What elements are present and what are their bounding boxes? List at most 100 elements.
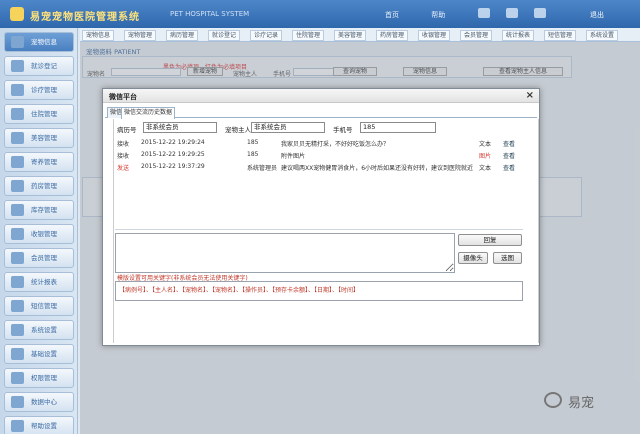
pill-icon — [11, 180, 24, 192]
tab-item[interactable]: 统计报表 — [502, 30, 535, 41]
sidebar-item-hospitalization[interactable]: 住院管理 — [4, 104, 74, 124]
sidebar-item-data[interactable]: 数据中心 — [4, 392, 74, 412]
tab-item[interactable]: 就诊登记 — [208, 30, 241, 41]
camera-button[interactable]: 摄像头 — [458, 252, 488, 264]
tab-item[interactable]: 病历管理 — [166, 30, 199, 41]
phone-field[interactable]: 185 — [360, 122, 436, 133]
sidebar-item-members[interactable]: 会员管理 — [4, 248, 74, 268]
tab-item[interactable]: 会员管理 — [460, 30, 493, 41]
message-type: 文本 — [479, 141, 492, 148]
message-number: 系统管理员 — [247, 165, 278, 172]
view-link[interactable]: 查看 — [503, 139, 515, 148]
table-row[interactable]: 接收 2015-12-22 19:29:25 185 附件图片 图片 查看 — [115, 151, 523, 161]
tab-item[interactable]: 宠物信息 — [82, 30, 115, 41]
gear-icon — [11, 324, 24, 336]
sidebar-item-reports[interactable]: 统计报表 — [4, 272, 74, 292]
top-bar: 易宠宠物医院管理系统 PET HOSPITAL SYSTEM 首页 帮助 退出 — [0, 0, 640, 28]
table-row[interactable]: 接收 2015-12-22 19:29:24 185 我家贝贝无精打采，不好好吃… — [115, 139, 523, 149]
owner-field[interactable]: 非系统会员 — [251, 122, 325, 133]
message-list: 接收 2015-12-22 19:29:24 185 我家贝贝无精打采，不好好吃… — [115, 135, 523, 230]
sidebar-item-label: 诊疗管理 — [31, 86, 57, 94]
reply-button[interactable]: 回复 — [458, 234, 522, 246]
sidebar-item-registration[interactable]: 就诊登记 — [4, 56, 74, 76]
message-content: 我家贝贝无精打采，不好好吃饭怎么办？ — [281, 141, 390, 148]
top-icons — [478, 8, 560, 20]
help-icon — [11, 420, 24, 432]
tab-wechat-history[interactable]: 微信交流历史数据 — [121, 107, 176, 119]
message-icon[interactable] — [506, 8, 519, 18]
sidebar-item-label: 收银管理 — [31, 230, 57, 238]
message-number: 185 — [247, 151, 259, 158]
table-row[interactable]: 发送 2015-12-22 19:37:29 系统管理员 建议喝两XX宠物健胃消… — [115, 163, 523, 173]
tab-item[interactable]: 短信管理 — [544, 30, 577, 41]
sidebar-item-label: 寄养管理 — [31, 158, 57, 166]
close-icon[interactable]: × — [526, 90, 534, 101]
sidebar-item-label: 库存管理 — [31, 206, 57, 214]
sidebar-item-grooming[interactable]: 美容管理 — [4, 128, 74, 148]
sms-icon — [11, 300, 24, 312]
tab-item[interactable]: 诊疗记录 — [250, 30, 283, 41]
member-icon — [11, 252, 24, 264]
view-link[interactable]: 查看 — [503, 163, 515, 172]
top-link-help[interactable]: 帮助 — [431, 11, 445, 19]
record-no-label: 病历号 — [117, 126, 137, 134]
select-image-button[interactable]: 选图 — [493, 252, 522, 264]
tab-item[interactable]: 系统设置 — [586, 30, 619, 41]
message-number: 185 — [247, 139, 259, 146]
message-time: 2015-12-22 19:29:24 — [141, 139, 205, 146]
tab-item[interactable]: 收银管理 — [418, 30, 451, 41]
watermark-text: 易宠 — [568, 396, 595, 411]
sidebar-item-label: 美容管理 — [31, 134, 57, 142]
logout-link[interactable]: 退出 — [590, 10, 604, 20]
message-direction: 接收 — [117, 141, 130, 148]
sidebar-item-sms[interactable]: 短信管理 — [4, 296, 74, 316]
sidebar-item-boarding[interactable]: 寄养管理 — [4, 152, 74, 172]
sidebar-item-label: 住院管理 — [31, 110, 57, 118]
sidebar-item-pet-info[interactable]: 宠物信息 — [4, 32, 74, 52]
tab-item[interactable]: 住院管理 — [292, 30, 325, 41]
keywords-box: 【病例号】、【主人名】、【宠物名】、【宠物名】、【操作员】、【预存卡余额】、【日… — [115, 281, 523, 301]
tab-item[interactable]: 美容管理 — [334, 30, 367, 41]
lock-icon — [11, 372, 24, 384]
tab-item[interactable]: 药房管理 — [376, 30, 409, 41]
record-no-field[interactable]: 非系统会员 — [143, 122, 217, 133]
sidebar-item-label: 短信管理 — [31, 302, 57, 310]
sidebar-item-label: 就诊登记 — [31, 62, 57, 70]
base-icon — [11, 348, 24, 360]
message-content: 附件图片 — [281, 153, 306, 160]
cash-icon — [11, 228, 24, 240]
sidebar-item-label: 统计报表 — [31, 278, 57, 286]
sidebar-item-label: 会员管理 — [31, 254, 57, 262]
sidebar-item-inventory[interactable]: 库存管理 — [4, 200, 74, 220]
sidebar-item-treatment[interactable]: 诊疗管理 — [4, 80, 74, 100]
sidebar-item-cashier[interactable]: 收银管理 — [4, 224, 74, 244]
sidebar-item-label: 药房管理 — [31, 182, 57, 190]
pet-icon — [11, 36, 24, 48]
top-links: 首页 帮助 — [385, 10, 475, 20]
message-direction: 发送 — [117, 165, 130, 172]
sidebar-item-base[interactable]: 基础设置 — [4, 344, 74, 364]
settings-icon[interactable] — [534, 8, 547, 18]
sidebar-item-help[interactable]: 帮助设置 — [4, 416, 74, 434]
sidebar: 宠物信息 就诊登记 诊疗管理 住院管理 美容管理 寄养管理 药房管理 库存管理 … — [0, 28, 78, 434]
dialog-title: 微信平台 — [109, 93, 137, 101]
sidebar-item-label: 权限管理 — [31, 374, 57, 382]
sidebar-item-permission[interactable]: 权限管理 — [4, 368, 74, 388]
sidebar-item-pharmacy[interactable]: 药房管理 — [4, 176, 74, 196]
wechat-dialog: 微信平台 × 微信 微信交流历史数据 病历号 非系统会员 宠物主人 非系统会员 … — [102, 88, 540, 346]
sidebar-item-system[interactable]: 系统设置 — [4, 320, 74, 340]
view-link[interactable]: 查看 — [503, 151, 515, 160]
tab-item[interactable]: 宠物管理 — [124, 30, 157, 41]
top-link-home[interactable]: 首页 — [385, 11, 399, 19]
sidebar-item-label: 基础设置 — [31, 350, 57, 358]
grooming-icon — [11, 132, 24, 144]
message-type: 文本 — [479, 165, 492, 172]
message-type: 图片 — [479, 153, 492, 160]
owner-label: 宠物主人 — [225, 126, 251, 134]
keywords-text: 【病例号】、【主人名】、【宠物名】、【宠物名】、【操作员】、【预存卡余额】、【日… — [119, 287, 360, 294]
bed-icon — [11, 108, 24, 120]
chat-icon[interactable] — [478, 8, 490, 18]
watermark: 易宠 — [544, 390, 614, 412]
reply-textarea[interactable] — [115, 233, 455, 273]
sidebar-item-label: 帮助设置 — [31, 422, 57, 430]
